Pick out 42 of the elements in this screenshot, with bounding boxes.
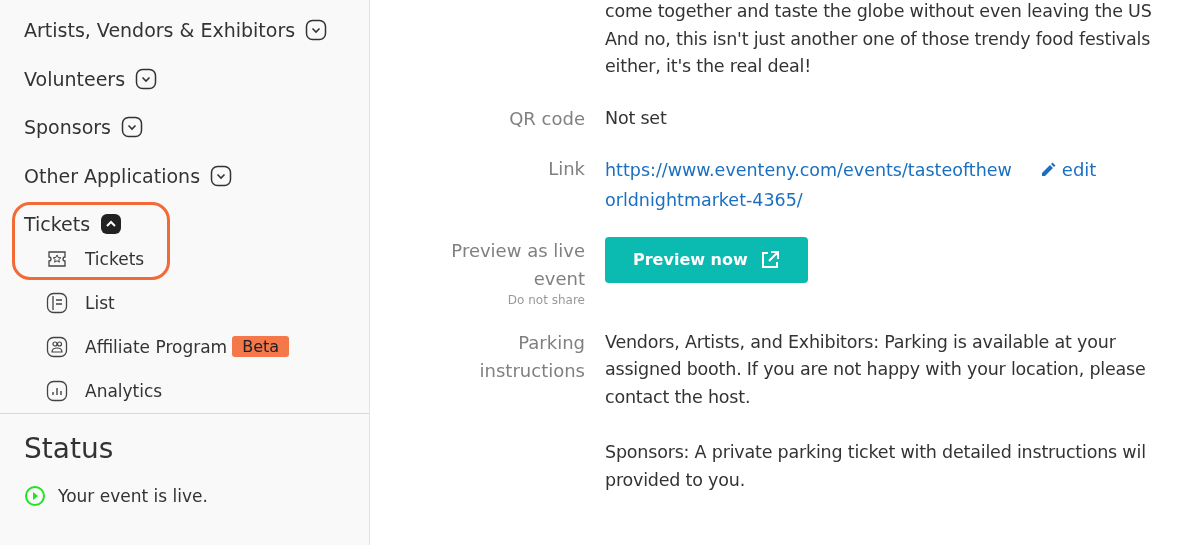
field-label: QR code xyxy=(508,106,585,131)
parking-text-line: contact the host. xyxy=(605,385,752,409)
play-icon xyxy=(24,485,46,507)
field-value: Not set xyxy=(605,106,668,130)
menu-item[interactable]: Tickets xyxy=(24,213,91,236)
expand-icon[interactable] xyxy=(135,67,158,90)
status-message: Your event is live. xyxy=(58,486,208,506)
people-icon xyxy=(46,335,68,358)
submenu-item[interactable]: Affiliate Program xyxy=(85,336,228,357)
submenu-item[interactable]: Tickets xyxy=(85,248,145,269)
field-label: Preview as live xyxy=(450,238,585,263)
external-link-icon xyxy=(759,249,780,270)
field-label: event xyxy=(532,266,585,291)
field-label: instructions xyxy=(478,358,585,383)
chart-icon xyxy=(46,379,68,402)
parking-text-line: provided to you. xyxy=(605,468,747,492)
menu-item[interactable]: Artists, Vendors & Exhibitors xyxy=(24,19,296,42)
parking-text-line: Sponsors: A private parking ticket with detailed instructions wil xyxy=(605,441,1147,464)
edit-link[interactable]: edit xyxy=(1039,154,1097,185)
event-link[interactable]: orldnightmarket-4365/ xyxy=(605,184,1012,215)
collapse-icon[interactable] xyxy=(100,213,123,236)
description-line: come together and taste the globe without even leaving the US xyxy=(605,0,1153,23)
field-label: Link xyxy=(547,156,585,181)
list-icon xyxy=(46,291,68,314)
menu-item[interactable]: Other Applications xyxy=(24,164,201,187)
submenu-item[interactable]: List xyxy=(85,292,115,313)
parking-text-line: assigned booth. If you are not happy with your location, please xyxy=(605,358,1147,381)
parking-text-line: Vendors, Artists, and Exhibitors: Parking is available at your xyxy=(605,330,1117,354)
field-note: Do not share xyxy=(506,292,585,307)
event-link[interactable]: https://www.eventeny.com/events/tasteofthew xyxy=(605,154,1012,185)
menu-item[interactable]: Volunteers xyxy=(24,67,126,90)
pencil-icon xyxy=(1039,161,1056,178)
menu-item[interactable]: Sponsors xyxy=(24,116,112,139)
description-line: And no, this isn't just another one of those trendy food festivals xyxy=(605,27,1152,51)
expand-icon[interactable] xyxy=(121,116,144,139)
submenu-item[interactable]: Analytics xyxy=(85,380,163,401)
expand-icon[interactable] xyxy=(210,164,233,187)
beta-badge: Beta xyxy=(232,336,290,357)
expand-icon[interactable] xyxy=(305,19,328,42)
field-label: Parking xyxy=(517,330,585,355)
status-heading: Status xyxy=(24,432,115,465)
description-line: either, it's the real deal! xyxy=(605,55,812,78)
